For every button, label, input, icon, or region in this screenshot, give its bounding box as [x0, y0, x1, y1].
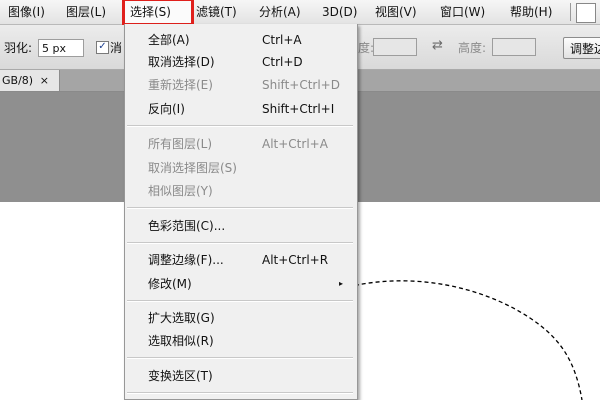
menu-view[interactable]: 视图(V)	[375, 0, 417, 24]
menu-item-similar-layers: 相似图层(Y)	[148, 184, 213, 198]
menu-3d[interactable]: 3D(D)	[322, 0, 357, 24]
height-input[interactable]	[492, 38, 536, 56]
menu-separator	[127, 242, 353, 244]
menu-item-color-range[interactable]: 色彩范围(C)...	[125, 215, 357, 237]
document-tab-label: GB/8)	[2, 74, 34, 87]
menu-select[interactable]: 选择(S)	[122, 0, 194, 26]
menu-item-similar[interactable]: 选取相似(R)	[125, 330, 357, 352]
width-label: 度:	[358, 41, 375, 55]
feather-label: 羽化:	[4, 41, 33, 55]
menu-item-reselect: 重新选择(E) Shift+Ctrl+D	[148, 78, 340, 92]
submenu-arrow-icon: ▸	[339, 279, 344, 288]
menu-window[interactable]: 窗口(W)	[440, 0, 485, 24]
menu-analysis[interactable]: 分析(A)	[259, 0, 301, 24]
swap-arrows-icon[interactable]: ⇄	[432, 38, 443, 53]
menu-item-inverse[interactable]: 反向(I) Shift+Ctrl+I	[125, 98, 357, 120]
close-icon[interactable]: ×	[40, 70, 49, 91]
menu-item-deselect-layers: 取消选择图层(S)	[148, 161, 237, 175]
menu-item-deselect[interactable]: 取消选择(D) Ctrl+D	[125, 51, 357, 73]
menu-separator	[127, 300, 353, 302]
menu-image[interactable]: 图像(I)	[8, 0, 45, 24]
menu-item-transform-selection[interactable]: 变换选区(T)	[125, 365, 357, 387]
antialias-checkbox[interactable]: ✓	[96, 41, 109, 54]
menu-item-all[interactable]: 全部(A) Ctrl+A	[125, 29, 357, 51]
menu-item-modify[interactable]: 修改(M) ▸	[125, 273, 357, 295]
menubar-divider	[570, 3, 571, 21]
height-label: 高度:	[458, 41, 487, 55]
menu-layer[interactable]: 图层(L)	[66, 0, 106, 24]
antialias-label: 消	[110, 41, 123, 55]
menu-item-refine-edge[interactable]: 调整边缘(F)... Alt+Ctrl+R	[125, 249, 357, 271]
workspace-switcher-button[interactable]	[576, 3, 596, 23]
menu-help[interactable]: 帮助(H)	[510, 0, 552, 24]
select-dropdown-menu: 全部(A) Ctrl+A 取消选择(D) Ctrl+D 重新选择(E) Shift+C…	[124, 24, 358, 400]
width-input[interactable]	[373, 38, 417, 56]
menu-separator	[127, 357, 353, 359]
feather-input[interactable]: 5 px	[38, 39, 84, 57]
menu-separator	[127, 125, 353, 127]
menu-separator	[127, 207, 353, 209]
document-tab[interactable]: GB/8) ×	[0, 70, 60, 91]
menu-filter[interactable]: 滤镜(T)	[196, 0, 237, 24]
menu-item-grow[interactable]: 扩大选取(G)	[125, 307, 357, 329]
menu-item-all-layers: 所有图层(L) Alt+Ctrl+A	[148, 137, 328, 151]
menu-bar: 图像(I) 图层(L) 选择(S) 滤镜(T) 分析(A) 3D(D) 视图(V…	[0, 0, 600, 26]
menu-separator	[127, 392, 353, 394]
refine-edge-button[interactable]: 调整边	[563, 37, 600, 59]
